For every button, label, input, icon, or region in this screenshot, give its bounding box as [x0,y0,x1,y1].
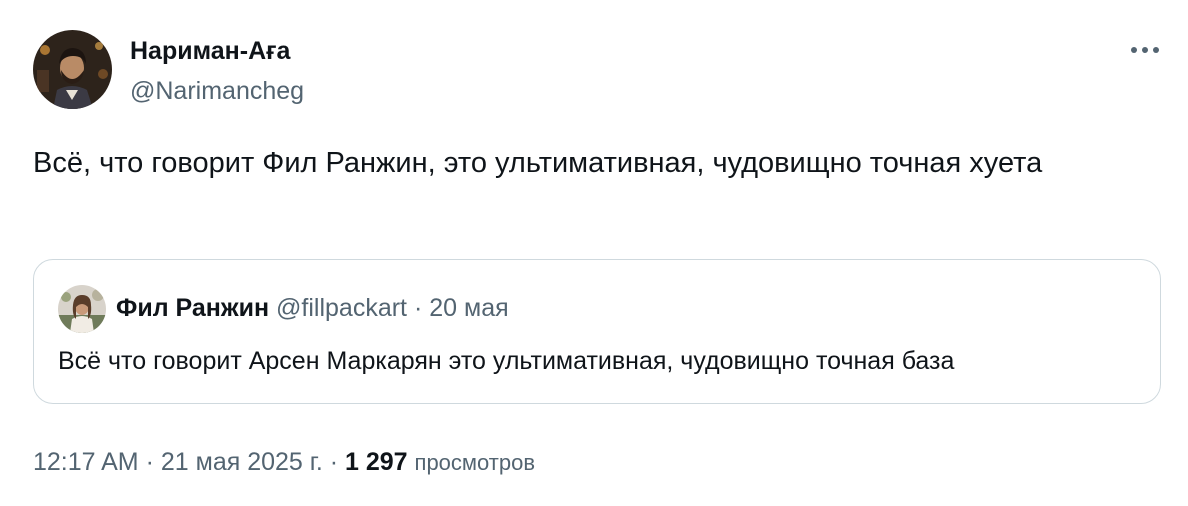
meta-separator: · [145,448,154,476]
quoted-author-avatar[interactable] [58,285,106,333]
more-options-button[interactable] [1124,32,1166,68]
quoted-author-name[interactable]: Фил Ранжин [116,294,269,322]
quoted-separator: · [413,294,423,322]
tweet-metadata: 12:17 AM · 21 мая 2025 г. · 1 297 просмо… [33,445,535,480]
views-count: 1 297 [345,448,408,476]
quoted-tweet-date[interactable]: 20 мая [429,294,508,322]
more-horizontal-icon [1131,47,1159,53]
author-handle[interactable]: @Narimancheg [130,76,304,106]
tweet: Нариман-Аға @Narimancheg Всё, что говори… [0,0,1188,506]
quoted-author-avatar-image [58,285,106,333]
views-label: просмотров [414,450,536,475]
tweet-time[interactable]: 12:17 AM [33,448,139,476]
author-name[interactable]: Нариман-Аға [130,36,290,66]
quoted-tweet-text: Всё что говорит Арсен Маркарян это ульти… [58,347,955,375]
author-avatar-image [33,30,112,109]
quoted-tweet-header: Фил Ранжин @fillpackart · 20 мая [116,293,509,323]
quoted-tweet-card[interactable]: Фил Ранжин @fillpackart · 20 мая Всё что… [33,259,1161,404]
author-avatar[interactable] [33,30,112,109]
quoted-author-handle[interactable]: @fillpackart [276,294,407,322]
meta-separator: · [329,448,339,476]
tweet-text: Всё, что говорит Фил Ранжин, это ультима… [33,147,1043,179]
tweet-date[interactable]: 21 мая 2025 г. [161,448,323,476]
